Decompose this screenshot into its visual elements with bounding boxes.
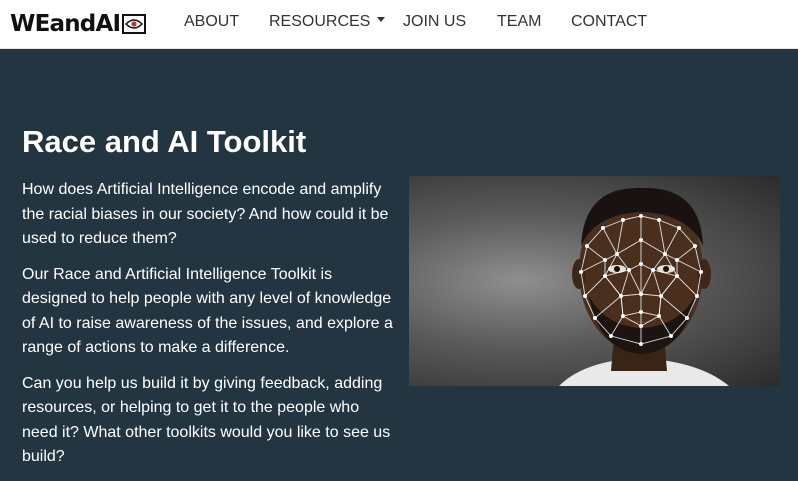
eye-icon [122,14,147,34]
nav-join-us[interactable]: JOIN US [403,13,466,31]
intro-text: How does Artificial Intelligence encode … [22,178,397,481]
caret-down-icon [377,17,386,23]
nav-team[interactable]: TEAM [497,13,541,31]
nav-about[interactable]: ABOUT [184,13,239,31]
intro-paragraph-2: Our Race and Artificial Intelligence Too… [22,265,393,357]
nav-contact[interactable]: CONTACT [571,13,647,31]
page-title: Race and AI Toolkit [22,124,307,159]
intro-paragraph-3: Can you help us build it by giving feedb… [22,374,391,466]
face-mesh-illustration [559,187,729,386]
nav-resources[interactable]: RESOURCES [269,13,386,31]
nav-resources-label: RESOURCES [269,13,371,30]
site-logo[interactable]: WEandAI [10,9,147,39]
logo-text: WEandAI [10,11,121,37]
navbar: WEandAI ABOUT RESOURCES JOIN US TEAM CON… [0,0,798,49]
intro-paragraph-1: How does Artificial Intelligence encode … [22,181,389,247]
hero-image [409,176,780,386]
